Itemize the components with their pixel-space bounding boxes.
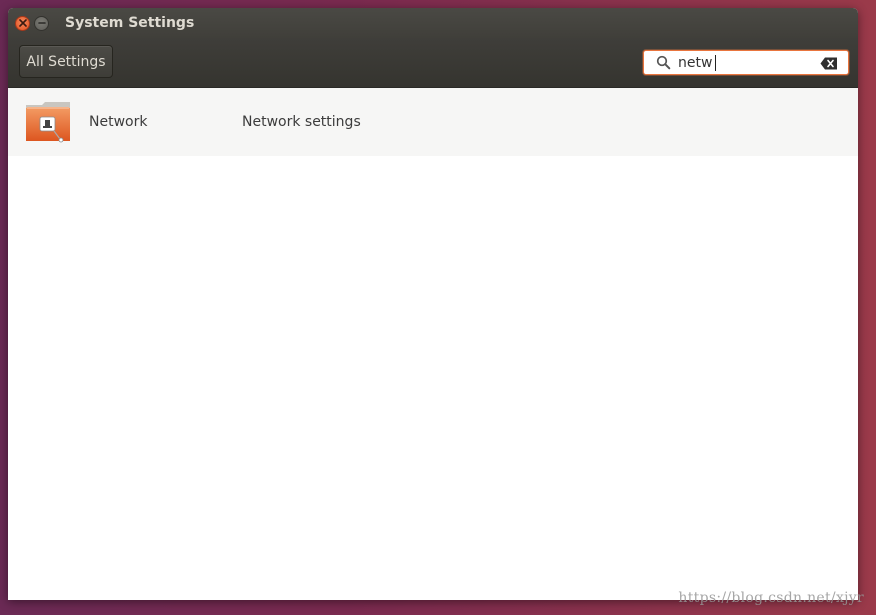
search-results: Network Network settings (8, 88, 858, 600)
network-folder-icon (26, 102, 70, 143)
search-input[interactable] (678, 51, 808, 74)
search-icon (656, 55, 672, 71)
all-settings-button[interactable]: All Settings (19, 45, 113, 78)
close-button[interactable] (15, 15, 30, 31)
minimize-button[interactable] (34, 15, 49, 31)
text-cursor (715, 55, 716, 71)
watermark-text: https://blog.csdn.net/xjyr (678, 590, 864, 606)
close-icon (18, 19, 27, 27)
backspace-clear-icon (820, 57, 837, 69)
result-row-network[interactable]: Network Network settings (8, 88, 858, 156)
system-settings-window: System Settings All Settings netw Networ… (8, 8, 858, 600)
result-description: Network settings (242, 114, 361, 130)
title-bar[interactable]: System Settings (8, 8, 858, 38)
clear-search-button[interactable] (820, 56, 838, 70)
minimize-icon (37, 22, 46, 24)
toolbar: All Settings (8, 38, 858, 88)
window-title: System Settings (65, 15, 195, 31)
result-name: Network (89, 114, 148, 130)
search-box[interactable] (643, 50, 849, 75)
